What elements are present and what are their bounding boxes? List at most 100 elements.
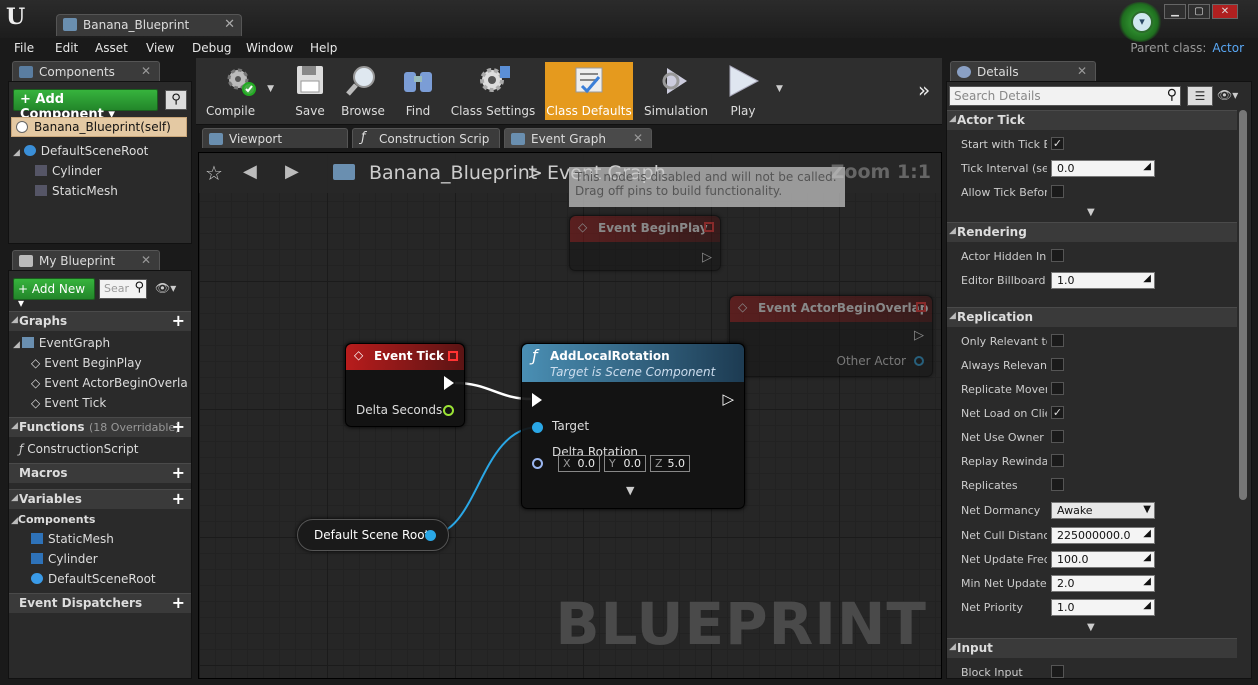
chevron-down-icon[interactable]: ▼ xyxy=(267,84,274,94)
add-variable-icon[interactable]: + xyxy=(172,491,185,507)
tab-event-graph[interactable]: Event Graph ✕ xyxy=(504,128,652,148)
graph-item-actorbeginoverlap[interactable]: ◇ Event ActorBeginOverla xyxy=(31,376,188,390)
my-blueprint-search[interactable]: Sear ⚲ xyxy=(99,279,147,299)
search-icon[interactable]: ⚲ xyxy=(165,90,187,110)
event-dispatchers-section-header[interactable]: Event Dispatchers + xyxy=(9,593,191,613)
details-scrollbar[interactable] xyxy=(1239,110,1247,500)
play-options-chevron-icon[interactable]: ▼ xyxy=(776,84,783,94)
details-search[interactable]: Search Details ⚲ xyxy=(949,86,1181,106)
node-event-beginplay[interactable]: ◇ Event BeginPlay ▷ xyxy=(569,215,721,271)
function-item-constructionscript[interactable]: ƒ ConstructionScript xyxy=(19,442,138,456)
delegate-pin-icon[interactable] xyxy=(916,302,926,312)
menu-window[interactable]: Window xyxy=(246,41,293,55)
rotation-z-field[interactable]: Z 5.0 xyxy=(650,455,690,472)
node-addlocalrotation[interactable]: ƒ AddLocalRotation Target is Scene Compo… xyxy=(521,343,745,509)
block-input-checkbox[interactable] xyxy=(1051,665,1064,678)
variable-item-cylinder[interactable]: Cylinder xyxy=(31,552,98,566)
z-value[interactable]: 5.0 xyxy=(668,457,686,470)
actor-hidden-checkbox[interactable] xyxy=(1051,249,1064,262)
variable-item-defaultsceneroot[interactable]: DefaultSceneRoot xyxy=(31,572,156,586)
minimize-button[interactable]: ▁ xyxy=(1164,4,1186,19)
property-matrix-icon[interactable]: ☰ xyxy=(1187,86,1213,106)
my-blueprint-tab[interactable]: My Blueprint ✕ xyxy=(12,250,160,270)
replay-rewindable-checkbox[interactable] xyxy=(1051,454,1064,467)
close-icon[interactable]: ✕ xyxy=(224,17,235,32)
tab-construction-script[interactable]: ƒ Construction Scrip xyxy=(352,128,500,148)
net-load-checkbox[interactable]: ✓ xyxy=(1051,406,1064,419)
parent-class-value[interactable]: Actor xyxy=(1212,41,1244,55)
expand-advanced-icon[interactable]: ▼ xyxy=(1087,622,1095,633)
y-value[interactable]: 0.0 xyxy=(624,457,642,470)
source-control-button[interactable]: ▾ xyxy=(1118,2,1162,42)
float-pin-icon[interactable] xyxy=(443,405,454,416)
add-function-icon[interactable]: + xyxy=(172,419,185,435)
close-icon[interactable]: ✕ xyxy=(1077,64,1087,78)
node-default-scene-root[interactable]: Default Scene Root xyxy=(297,519,449,551)
start-with-tick-checkbox[interactable]: ✓ xyxy=(1051,137,1064,150)
only-relevant-checkbox[interactable] xyxy=(1051,334,1064,347)
menu-help[interactable]: Help xyxy=(310,41,337,55)
close-icon[interactable]: ✕ xyxy=(633,131,643,145)
simulation-button[interactable]: Simulation xyxy=(640,62,712,120)
add-new-button[interactable]: + Add New ▾ xyxy=(13,278,95,310)
details-tab[interactable]: Details ✕ xyxy=(950,61,1096,81)
visibility-icon[interactable]: 👁▾ xyxy=(155,281,176,295)
object-pin-icon[interactable] xyxy=(425,530,436,541)
delegate-pin-icon[interactable] xyxy=(704,222,714,232)
always-relevant-checkbox[interactable] xyxy=(1051,358,1064,371)
tree-item-defaultsceneroot[interactable]: ◢ DefaultSceneRoot xyxy=(13,144,148,158)
exec-out-pin-icon[interactable] xyxy=(444,376,454,390)
input-section[interactable]: ◢ Input xyxy=(947,638,1237,658)
node-event-actorbeginoverlap[interactable]: ◇ Event ActorBeginOverlap ▷ Other Actor xyxy=(729,295,933,377)
search-input[interactable]: Sear xyxy=(104,282,129,295)
exec-out-pin-icon[interactable]: ▷ xyxy=(914,328,924,343)
tree-item-staticmesh[interactable]: StaticMesh xyxy=(35,184,118,198)
menu-view[interactable]: View xyxy=(146,41,174,55)
add-macro-icon[interactable]: + xyxy=(172,465,185,481)
replication-section[interactable]: ◢ Replication xyxy=(947,307,1237,327)
x-value[interactable]: 0.0 xyxy=(578,457,596,470)
window-close-button[interactable]: ✕ xyxy=(1212,4,1238,19)
delegate-pin-icon[interactable] xyxy=(448,351,458,361)
graphs-section-header[interactable]: ◢ Graphs + xyxy=(9,311,191,331)
toolbar-overflow-button[interactable]: » xyxy=(918,78,930,102)
allow-tick-before-checkbox[interactable] xyxy=(1051,185,1064,198)
visibility-icon[interactable]: 👁▾ xyxy=(1217,88,1238,102)
net-dormancy-dropdown[interactable]: Awake ▼ xyxy=(1051,502,1155,519)
class-settings-button[interactable]: Class Settings xyxy=(448,62,538,120)
details-search-input[interactable]: Search Details xyxy=(954,89,1041,103)
save-button[interactable]: Save xyxy=(286,62,334,120)
play-button[interactable]: Play xyxy=(718,62,768,120)
replicates-checkbox[interactable] xyxy=(1051,478,1064,491)
add-graph-icon[interactable]: + xyxy=(172,313,185,329)
self-component-row[interactable]: Banana_Blueprint(self) xyxy=(11,117,187,137)
rotation-x-field[interactable]: X 0.0 xyxy=(558,455,600,472)
graph-item-tick[interactable]: ◇ Event Tick xyxy=(31,396,106,410)
close-icon[interactable]: ✕ xyxy=(141,64,151,78)
components-tab[interactable]: Components ✕ xyxy=(12,61,160,81)
functions-section-header[interactable]: ◢ Functions (18 Overridable) + xyxy=(9,417,191,437)
net-priority-field[interactable]: 1.0 ◢ xyxy=(1051,599,1155,616)
rendering-section[interactable]: ◢ Rendering xyxy=(947,222,1237,242)
variable-item-staticmesh[interactable]: StaticMesh xyxy=(31,532,114,546)
exec-out-pin-icon[interactable]: ▷ xyxy=(702,250,712,265)
net-cull-field[interactable]: 225000000.0 ◢ xyxy=(1051,527,1155,544)
menu-asset[interactable]: Asset xyxy=(95,41,128,55)
macros-section-header[interactable]: Macros + xyxy=(9,463,191,483)
components-category[interactable]: ◢Components xyxy=(11,513,95,526)
net-update-freq-field[interactable]: 100.0 ◢ xyxy=(1051,551,1155,568)
expand-advanced-icon[interactable]: ▼ xyxy=(1087,207,1095,218)
exec-in-pin-icon[interactable] xyxy=(532,393,542,407)
object-pin-icon[interactable] xyxy=(914,356,924,366)
tree-item-cylinder[interactable]: Cylinder xyxy=(35,164,102,178)
tick-interval-field[interactable]: 0.0 ◢ xyxy=(1051,160,1155,177)
expand-advanced-icon[interactable]: ▼ xyxy=(626,484,634,497)
replicate-movement-checkbox[interactable] xyxy=(1051,382,1064,395)
node-event-tick[interactable]: ◇ Event Tick Delta Seconds xyxy=(345,343,465,427)
variables-section-header[interactable]: ◢ Variables + xyxy=(9,489,191,509)
add-dispatcher-icon[interactable]: + xyxy=(172,595,185,611)
event-graph-canvas[interactable]: ☆ ◀ ▶ Banana_Blueprint > Event Graph Zoo… xyxy=(198,152,942,679)
actor-tick-section[interactable]: ◢ Actor Tick xyxy=(947,110,1237,130)
min-net-update-field[interactable]: 2.0 ◢ xyxy=(1051,575,1155,592)
rotation-y-field[interactable]: Y 0.0 xyxy=(604,455,646,472)
